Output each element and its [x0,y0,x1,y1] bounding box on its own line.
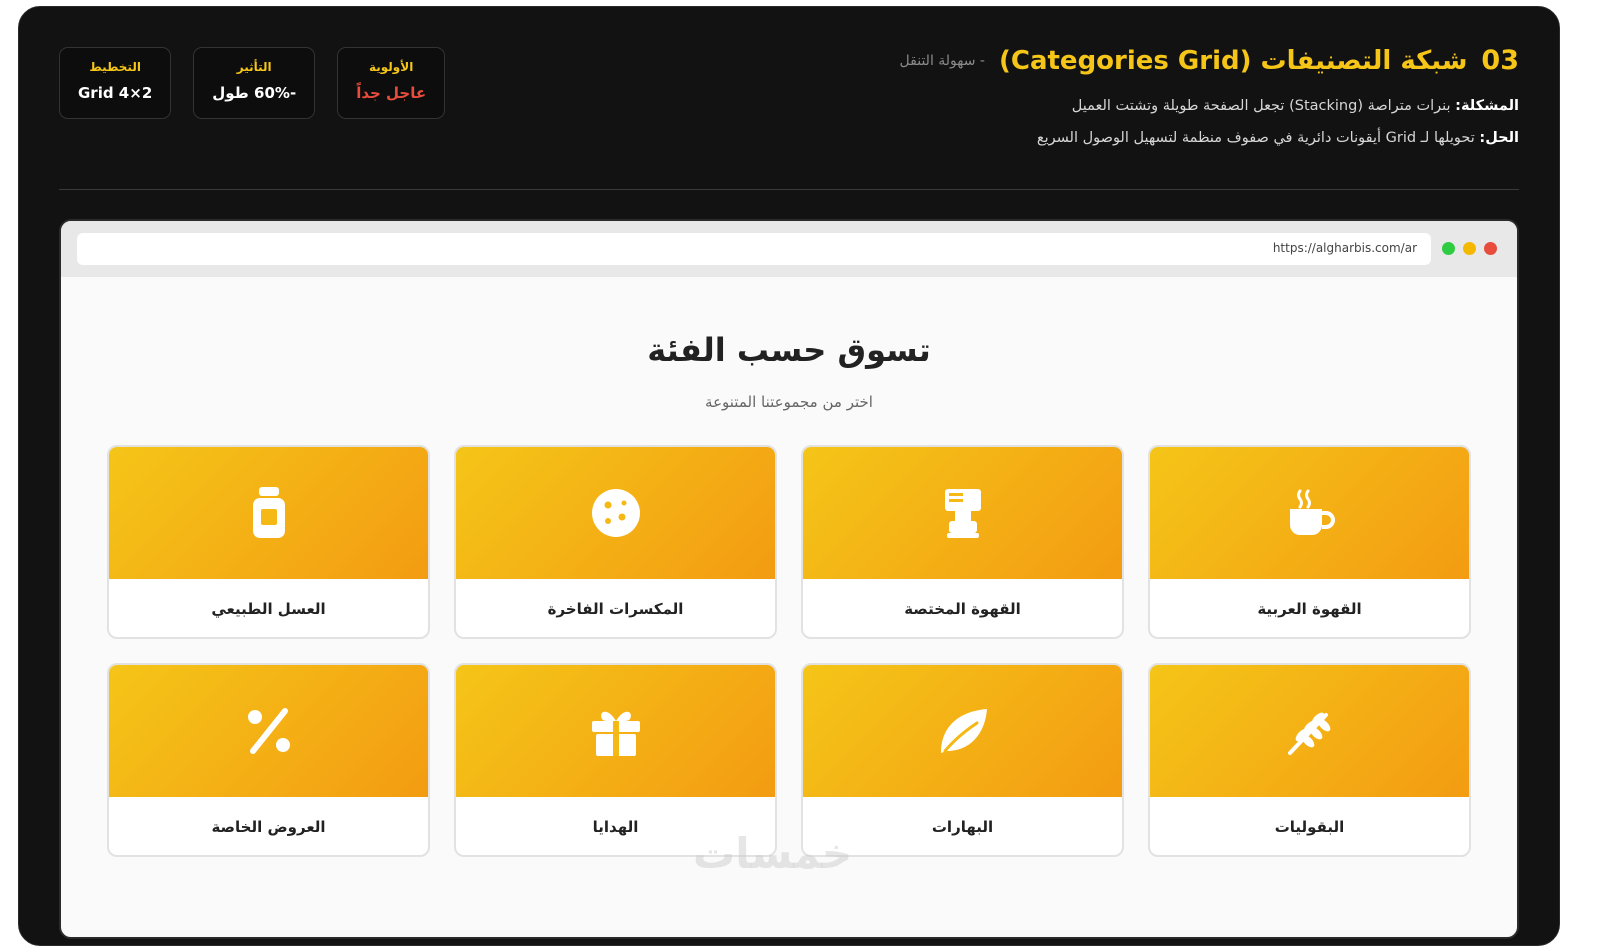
badge-label: التأثير [236,60,272,74]
percent-icon [247,708,290,754]
section-tag: - سهولة التنقل [899,52,985,69]
section-title: شبكة التصنيفات (Categories Grid) [998,45,1468,76]
badge-value: Grid 4×2 [78,84,153,102]
gift-icon [591,711,640,756]
problem-text: بنرات متراصة (Stacking) تجعل الصفحة طويل… [1071,98,1451,114]
maximize-dot[interactable] [1442,242,1455,255]
tile-banner [456,665,775,797]
category-tile-luxury-nuts[interactable]: المكسرات الفاخرة [454,445,777,639]
browser-mockup: https://algharbis.com/ar تسوق حسب الفئة … [59,219,1519,939]
categories-grid: القهوة العربية القهوة المختصة المكسرات ا… [107,445,1471,857]
category-label: البقوليات [1274,818,1345,836]
badge-label: الأولوية [368,60,414,74]
badge-group: التخطيط Grid 4×2 التأثير -60% طول الأولو… [59,47,446,119]
tile-banner [803,665,1122,797]
badge-priority: الأولوية عاجل جداً [337,47,446,119]
solution-label: الحل: [1479,130,1519,146]
tile-banner [109,447,428,579]
category-tile-arabic-coffee[interactable]: القهوة العربية [1148,445,1471,639]
tile-banner [803,447,1122,579]
tile-banner [1150,447,1469,579]
badge-layout: التخطيط Grid 4×2 [59,47,172,119]
category-label: العسل الطبيعي [211,600,326,618]
category-tile-spices[interactable]: البهارات [801,663,1124,857]
browser-toolbar: https://algharbis.com/ar [61,221,1517,277]
badge-label: التخطيط [89,60,141,74]
problem-label: المشكلة: [1455,98,1519,114]
category-tile-natural-honey[interactable]: العسل الطبيعي [107,445,430,639]
category-tile-special-offers[interactable]: العروض الخاصة [107,663,430,857]
address-bar[interactable]: https://algharbis.com/ar [77,233,1431,265]
wheat-icon [1287,712,1330,755]
leaf-icon [940,709,987,753]
page-heading: تسوق حسب الفئة [647,331,931,369]
minimize-dot[interactable] [1463,242,1476,255]
category-tile-legumes[interactable]: البقوليات [1148,663,1471,857]
solution-line: الحل: تحويلها لـ Grid أيقونات دائرية في … [59,122,1519,154]
coffee-cup-icon [1289,489,1335,535]
tile-banner [1150,665,1469,797]
category-label: القهوة العربية [1257,600,1362,618]
tile-banner [456,447,775,579]
page-content: تسوق حسب الفئة اختر من مجموعتنا المتنوعة… [61,277,1517,937]
section-header: 03 شبكة التصنيفات (Categories Grid) - سه… [59,45,1519,185]
close-dot[interactable] [1484,242,1497,255]
category-label: القهوة المختصة [904,600,1021,618]
cookie-icon [591,489,640,537]
badge-impact: التأثير -60% طول [193,47,316,119]
window-controls [1442,242,1497,255]
category-label: العروض الخاصة [211,818,326,836]
solution-text: تحويلها لـ Grid أيقونات دائرية في صفوف م… [1036,130,1475,146]
tile-banner [109,665,428,797]
coffee-machine-icon [944,489,981,538]
watermark: خمسات [693,829,853,878]
divider [59,189,1519,190]
category-tile-gifts[interactable]: الهدايا [454,663,777,857]
section-number: 03 [1481,45,1519,76]
category-label: المكسرات الفاخرة [547,600,684,618]
jar-icon [252,487,285,538]
badge-value: -60% طول [212,84,297,102]
category-tile-specialty-coffee[interactable]: القهوة المختصة [801,445,1124,639]
badge-value: عاجل جداً [356,84,427,102]
page-subheading: اختر من مجموعتنا المتنوعة [705,393,873,411]
slide-panel: 03 شبكة التصنيفات (Categories Grid) - سه… [18,6,1560,946]
